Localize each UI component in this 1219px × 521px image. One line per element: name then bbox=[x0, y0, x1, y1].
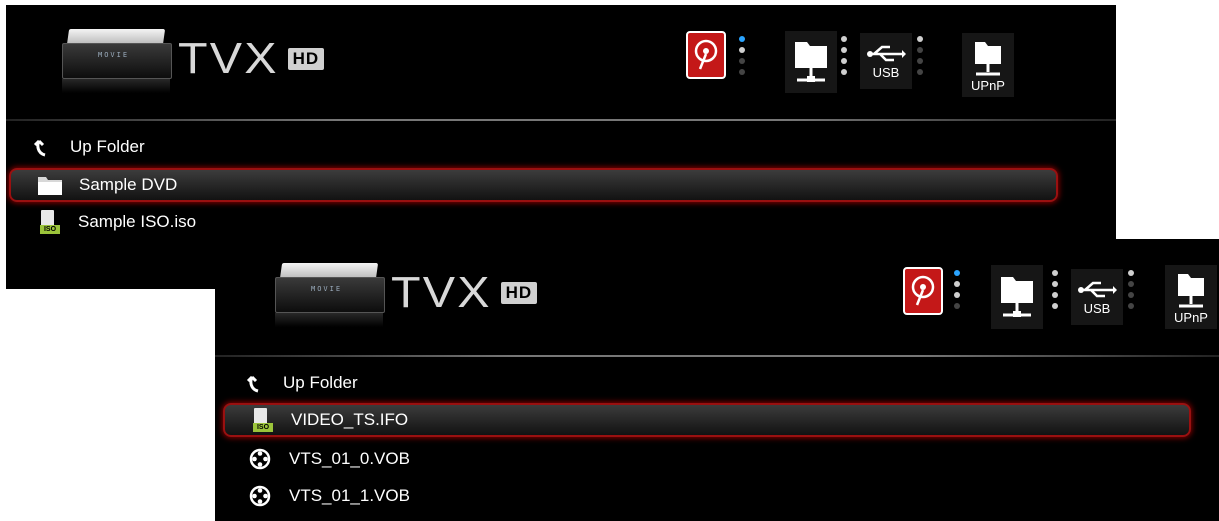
network-status-dots bbox=[1052, 270, 1058, 314]
media-player-device-image: MOVIE bbox=[275, 263, 385, 327]
upnp-label: UPnP bbox=[1174, 309, 1208, 325]
hdd-status-dots bbox=[954, 270, 960, 314]
usb-status-dots bbox=[917, 36, 923, 80]
list-item-label: Up Folder bbox=[70, 137, 145, 156]
up-arrow-icon bbox=[241, 371, 267, 395]
list-item-label: Sample ISO.iso bbox=[78, 212, 197, 231]
list-item-selected[interactable]: ISO VIDEO_TS.IFO bbox=[223, 403, 1191, 437]
header-divider bbox=[6, 119, 1116, 121]
list-item[interactable]: Up Folder bbox=[6, 133, 1116, 161]
network-status-dots bbox=[841, 36, 847, 80]
list-item-label: Sample DVD bbox=[79, 175, 178, 194]
file-browser-window-front: MOVIE TVX HD USB UPnP Up Folder ISO VIDE… bbox=[215, 239, 1219, 521]
list-item[interactable]: VTS_01_1.VOB bbox=[215, 482, 1219, 510]
list-item-label: VTS_01_1.VOB bbox=[289, 486, 410, 505]
list-item[interactable]: VTS_01_0.VOB bbox=[215, 445, 1219, 473]
list-item-label: VIDEO_TS.IFO bbox=[291, 410, 409, 429]
usb-status-dots bbox=[1128, 270, 1134, 314]
usb-source-icon[interactable]: USB bbox=[1071, 269, 1123, 325]
media-player-device-image: MOVIE bbox=[62, 29, 172, 93]
list-item-label: Up Folder bbox=[283, 373, 358, 392]
upnp-source-icon[interactable]: UPnP bbox=[1165, 265, 1217, 329]
film-reel-icon bbox=[247, 447, 273, 471]
upnp-folder-icon bbox=[975, 41, 1001, 75]
header-divider bbox=[215, 355, 1219, 357]
brand-logo: MOVIE TVX HD bbox=[275, 263, 538, 327]
hard-drive-source-icon[interactable] bbox=[903, 267, 943, 315]
iso-file-icon: ISO bbox=[36, 210, 62, 234]
brand-name: TVX bbox=[178, 34, 279, 83]
usb-symbol-icon bbox=[1078, 281, 1117, 297]
usb-source-icon[interactable]: USB bbox=[860, 33, 912, 89]
list-item-selected[interactable]: Sample DVD bbox=[9, 168, 1058, 202]
list-item-label: VTS_01_0.VOB bbox=[289, 449, 410, 468]
network-share-source-icon[interactable] bbox=[991, 265, 1043, 329]
folder-icon bbox=[37, 173, 63, 197]
up-arrow-icon bbox=[28, 135, 54, 159]
network-share-source-icon[interactable] bbox=[785, 31, 837, 93]
list-item[interactable]: Up Folder bbox=[215, 369, 1219, 397]
list-item[interactable]: ISO Sample ISO.iso bbox=[6, 208, 1116, 236]
iso-file-icon: ISO bbox=[249, 408, 275, 432]
hd-badge: HD bbox=[500, 282, 538, 304]
film-reel-icon bbox=[247, 484, 273, 508]
brand-name: TVX bbox=[391, 268, 492, 317]
upnp-source-icon[interactable]: UPnP bbox=[962, 33, 1014, 97]
hd-badge: HD bbox=[287, 48, 325, 70]
upnp-label: UPnP bbox=[971, 77, 1005, 93]
hard-drive-source-icon[interactable] bbox=[686, 31, 726, 79]
usb-symbol-icon bbox=[867, 45, 906, 61]
usb-label: USB bbox=[872, 64, 900, 80]
brand-logo: MOVIE TVX HD bbox=[62, 29, 325, 93]
upnp-folder-icon bbox=[1178, 273, 1204, 307]
usb-label: USB bbox=[1083, 300, 1111, 316]
hdd-status-dots bbox=[739, 36, 745, 80]
